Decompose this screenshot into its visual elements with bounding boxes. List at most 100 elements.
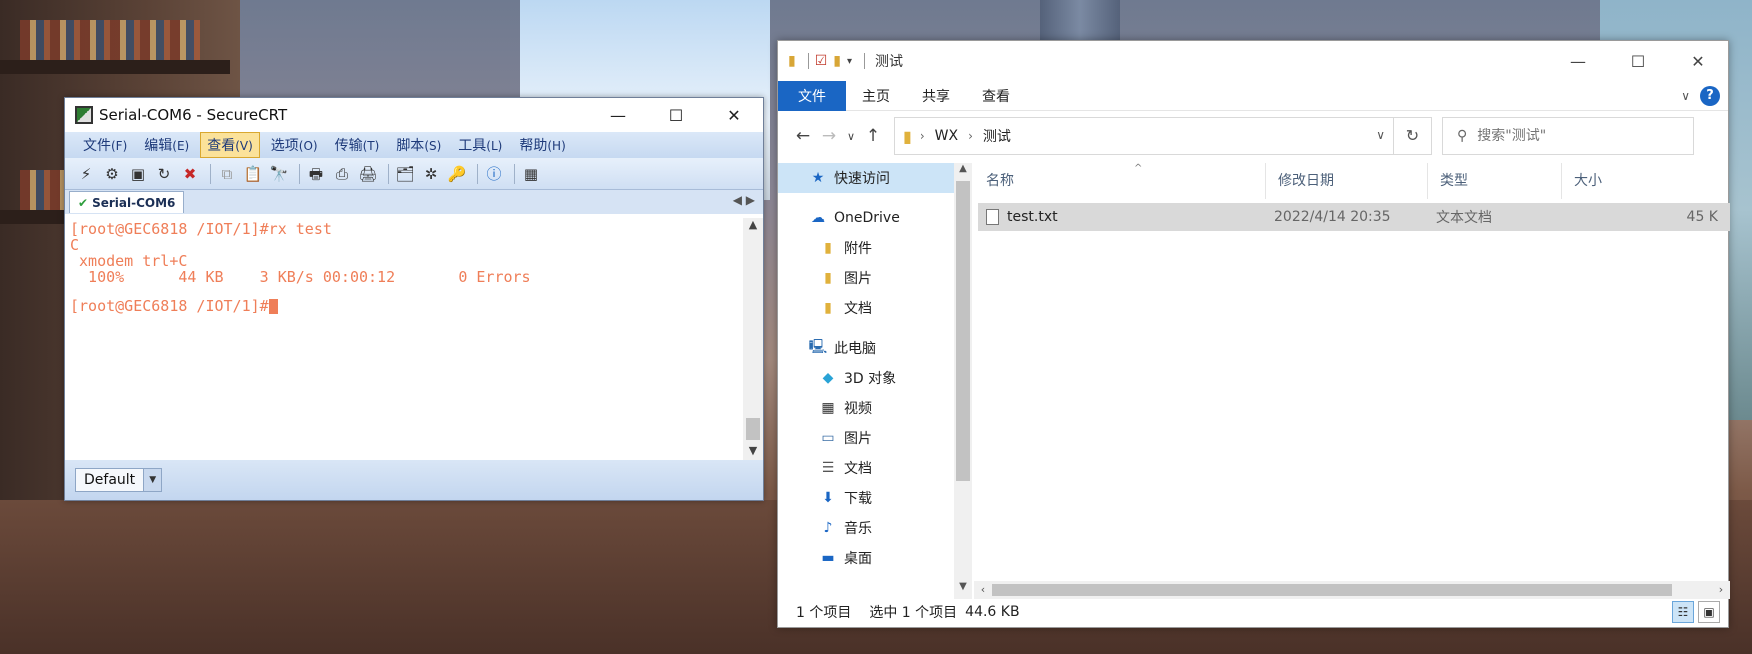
breadcrumb-current[interactable]: 测试 [983, 126, 1011, 146]
expand-ribbon-icon[interactable]: ∨ [1681, 89, 1690, 103]
ribbon-tabs: 文件 主页 共享 查看 ∨ ? [778, 80, 1728, 111]
tab-serial-com6[interactable]: ✔ Serial-COM6 [69, 191, 185, 213]
terminal-line: C [70, 236, 80, 254]
ribbon-file-tab[interactable]: 文件 [778, 80, 846, 111]
details-view-icon[interactable]: ☷ [1672, 601, 1694, 623]
column-name[interactable]: 名称 [974, 163, 1266, 199]
forward-arrow-icon[interactable]: → [816, 126, 842, 146]
ribbon-tab-share[interactable]: 共享 [906, 86, 966, 106]
nav-music[interactable]: ♪ 音乐 [778, 513, 954, 543]
up-arrow-icon[interactable]: ↑ [860, 126, 886, 146]
nav-quick-access[interactable]: ★ 快速访问 [778, 163, 954, 193]
video-icon: ▦ [821, 400, 835, 416]
breadcrumb-chevron-icon[interactable]: › [968, 129, 973, 143]
reconnect-icon[interactable]: ↻ [153, 163, 175, 185]
disconnect-icon[interactable]: ✖ [179, 163, 201, 185]
recent-locations-icon[interactable]: ∨ [842, 130, 860, 143]
search-box[interactable]: ⚲ [1442, 117, 1694, 155]
terminal-scrollbar[interactable]: ▲ ▼ [743, 218, 763, 462]
text-file-icon [986, 209, 999, 225]
scroll-thumb[interactable] [956, 181, 970, 481]
help-icon[interactable]: ⓘ [483, 163, 505, 185]
nav-onedrive[interactable]: ☁ OneDrive [778, 203, 954, 233]
address-dropdown-icon[interactable]: ∨ [1376, 128, 1385, 142]
scroll-up-icon[interactable]: ▲ [743, 218, 763, 236]
customize-quick-access-icon[interactable]: ▾ [847, 56, 852, 67]
ribbon-tab-view[interactable]: 查看 [966, 86, 1026, 106]
scroll-thumb[interactable] [746, 418, 760, 440]
title-bar[interactable]: ▮ ☑ ▮ ▾ 测试 — ☐ ✕ [778, 41, 1728, 81]
properties-check-icon[interactable]: ☑ [815, 53, 828, 69]
quick-connect-icon[interactable]: ⚙ [101, 163, 123, 185]
large-icons-view-icon[interactable]: ▣ [1698, 601, 1720, 623]
refresh-icon[interactable]: ↻ [1394, 117, 1432, 155]
paste-icon[interactable]: 📋 [242, 163, 264, 185]
column-header: 名称 修改日期 类型 大小 ^ [974, 163, 1730, 199]
nav-onedrive-documents[interactable]: ▮ 文档 [778, 293, 954, 323]
breadcrumb-chevron-icon[interactable]: › [920, 129, 925, 143]
file-modified: 2022/4/14 20:35 [1274, 209, 1391, 225]
menu-edit[interactable]: 编辑(E) [138, 133, 195, 157]
maximize-button[interactable]: ☐ [647, 98, 705, 132]
print-icon[interactable]: 🖨 [357, 163, 379, 185]
nav-onedrive-pictures[interactable]: ▮ 图片 [778, 263, 954, 293]
menu-transfer[interactable]: 传输(T) [329, 133, 386, 157]
nav-onedrive-attachments[interactable]: ▮ 附件 [778, 233, 954, 263]
print-screen-icon[interactable]: 🖶 [305, 163, 327, 185]
search-input[interactable] [1477, 128, 1668, 144]
securecrt-window[interactable]: Serial-COM6 - SecureCRT — ☐ ✕ 文件(F) 编辑(E… [64, 97, 764, 501]
column-size[interactable]: 大小 [1562, 163, 1642, 199]
column-modified[interactable]: 修改日期 [1266, 163, 1428, 199]
session-options-icon[interactable]: 🗂 [394, 163, 416, 185]
maximize-button[interactable]: ☐ [1608, 41, 1668, 81]
keymap-icon[interactable]: 🔑 [446, 163, 468, 185]
connect-in-tab-icon[interactable]: ▣ [127, 163, 149, 185]
session-select-value[interactable]: Default [75, 468, 145, 492]
back-arrow-icon[interactable]: ← [790, 126, 816, 146]
cloud-icon: ☁ [811, 210, 825, 226]
print-selection-icon[interactable]: ⎙ [331, 163, 353, 185]
explorer-window[interactable]: ▮ ☑ ▮ ▾ 测试 — ☐ ✕ 文件 主页 共享 查看 ∨ ? ← → ∨ ↑… [777, 40, 1730, 628]
close-button[interactable]: ✕ [1668, 41, 1728, 81]
help-icon[interactable]: ? [1700, 86, 1720, 106]
table-row[interactable]: test.txt 2022/4/14 20:35 文本文档 45 K [978, 203, 1730, 231]
nav-this-pc[interactable]: 🖳 此电脑 [778, 333, 954, 363]
nav-desktop[interactable]: ▬ 桌面 [778, 543, 954, 573]
session-select[interactable]: Default ▼ [75, 468, 163, 492]
title-bar[interactable]: Serial-COM6 - SecureCRT — ☐ ✕ [65, 98, 763, 132]
minimize-button[interactable]: — [589, 98, 647, 132]
ribbon-tab-home[interactable]: 主页 [846, 86, 906, 106]
nav-label: 音乐 [844, 521, 872, 537]
global-options-icon[interactable]: ✲ [420, 163, 442, 185]
connect-icon[interactable]: ⚡ [75, 163, 97, 185]
scroll-thumb[interactable] [992, 584, 1672, 596]
breadcrumb-wx[interactable]: WX [935, 128, 958, 144]
folder-icon: ▮ [824, 270, 832, 286]
nav-videos[interactable]: ▦ 视频 [778, 393, 954, 423]
terminal-output[interactable]: [root@GEC6818 /IOT/1]#rx test C xmodem tr… [65, 218, 742, 462]
nav-documents[interactable]: ☰ 文档 [778, 453, 954, 483]
nav-pictures[interactable]: ▭ 图片 [778, 423, 954, 453]
find-icon[interactable]: 🔭 [268, 163, 290, 185]
nav-scrollbar[interactable]: ▲ ▼ [954, 163, 972, 599]
copy-icon[interactable]: ⧉ [216, 163, 238, 185]
close-button[interactable]: ✕ [705, 98, 763, 132]
nav-3d-objects[interactable]: ◆ 3D 对象 [778, 363, 954, 393]
nav-downloads[interactable]: ⬇ 下载 [778, 483, 954, 513]
file-type: 文本文档 [1436, 210, 1492, 226]
tab-scroll-arrows-icon[interactable]: ◀ ▶ [733, 193, 755, 207]
menu-help[interactable]: 帮助(H) [513, 133, 571, 157]
scroll-up-icon[interactable]: ▲ [954, 163, 972, 181]
minimize-button[interactable]: — [1548, 41, 1608, 81]
lock-session-icon[interactable]: ▦ [520, 163, 542, 185]
new-folder-icon[interactable]: ▮ [833, 53, 841, 69]
menu-tools[interactable]: 工具(L) [452, 133, 508, 157]
menu-options[interactable]: 选项(O) [265, 133, 324, 157]
chevron-down-icon[interactable]: ▼ [144, 468, 163, 492]
menu-file[interactable]: 文件(F) [77, 133, 133, 157]
folder-icon: ▮ [903, 126, 912, 146]
menu-script[interactable]: 脚本(S) [390, 133, 447, 157]
address-bar[interactable]: ▮ › WX › 测试 ∨ [894, 117, 1394, 155]
column-type[interactable]: 类型 [1428, 163, 1562, 199]
menu-view[interactable]: 查看(V) [200, 132, 260, 158]
